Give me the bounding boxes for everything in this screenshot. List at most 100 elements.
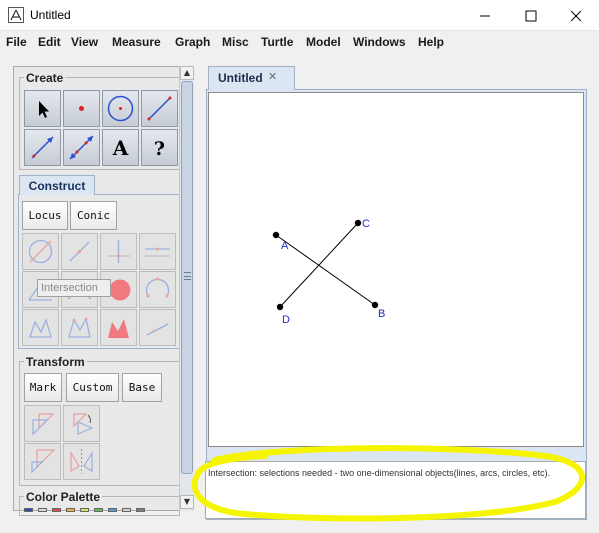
point-label-A[interactable]: A bbox=[281, 240, 289, 252]
menu-file[interactable]: File bbox=[6, 35, 27, 49]
rotate-icon bbox=[73, 413, 94, 435]
app-logo-icon bbox=[8, 7, 24, 23]
function-plot-icon bbox=[146, 323, 169, 336]
function-plot-tool-button[interactable] bbox=[139, 309, 176, 346]
tab-untitled[interactable]: Untitled ✕ bbox=[208, 66, 295, 90]
polygon-interior-tool-button[interactable] bbox=[100, 309, 137, 346]
menu-measure[interactable]: Measure bbox=[112, 35, 161, 49]
menu-view[interactable]: View bbox=[71, 35, 98, 49]
reflect-tool-button[interactable] bbox=[63, 443, 100, 480]
midpoint-tool-button[interactable] bbox=[61, 233, 98, 270]
color-swatch[interactable] bbox=[66, 508, 75, 512]
color-swatch[interactable] bbox=[52, 508, 61, 512]
polygon-interior-icon bbox=[108, 319, 129, 338]
tools-scrollbar[interactable]: ▲ ▼ bbox=[179, 66, 194, 511]
point-D[interactable] bbox=[276, 303, 284, 311]
point-icon bbox=[79, 106, 84, 111]
menu-windows[interactable]: Windows bbox=[353, 35, 406, 49]
color-swatch[interactable] bbox=[136, 508, 145, 512]
color-swatch[interactable] bbox=[38, 508, 47, 512]
color-swatch[interactable] bbox=[122, 508, 131, 512]
close-icon bbox=[570, 10, 582, 21]
menu-model[interactable]: Model bbox=[306, 35, 341, 49]
intersection-tooltip: Intersection bbox=[37, 279, 111, 297]
status-message: Intersection: selections needed - two on… bbox=[208, 468, 551, 478]
color-palette-title: Color Palette bbox=[24, 490, 103, 504]
perpendicular-circle-tool-button[interactable] bbox=[22, 233, 59, 270]
help-icon: ? bbox=[154, 138, 165, 160]
translate-tool-button[interactable] bbox=[24, 405, 61, 442]
arc-tool-button[interactable] bbox=[139, 271, 176, 308]
window-title: Untitled bbox=[30, 8, 71, 22]
menu-turtle[interactable]: Turtle bbox=[261, 35, 293, 49]
polygon-tool-button[interactable] bbox=[22, 309, 59, 346]
point-C[interactable] bbox=[354, 219, 362, 227]
scroll-thumb[interactable] bbox=[181, 81, 193, 474]
svg-text:A: A bbox=[112, 136, 129, 160]
svg-text:?: ? bbox=[154, 138, 165, 160]
mark-button[interactable]: Mark bbox=[24, 373, 62, 402]
geometry-sketch: A B C D bbox=[272, 218, 385, 326]
ray-tool-button[interactable] bbox=[24, 129, 61, 166]
color-swatch[interactable] bbox=[108, 508, 117, 512]
transform-group-title: Transform bbox=[24, 355, 87, 369]
midpoint-icon bbox=[69, 241, 90, 262]
translate-icon bbox=[32, 413, 55, 436]
point-A[interactable] bbox=[272, 231, 280, 239]
status-message-area: Intersection: selections needed - two on… bbox=[205, 461, 586, 519]
text-tool-button[interactable]: A bbox=[102, 129, 139, 166]
menu-graph[interactable]: Graph bbox=[175, 35, 210, 49]
reflect-icon bbox=[70, 449, 93, 474]
maximize-button[interactable] bbox=[508, 0, 554, 31]
maximize-icon bbox=[525, 10, 537, 21]
tab-construct[interactable]: Construct bbox=[19, 175, 95, 195]
document-tab-label: Untitled bbox=[218, 71, 263, 85]
parallel-icon bbox=[145, 247, 170, 257]
scroll-up-arrow-icon[interactable]: ▲ bbox=[180, 66, 194, 80]
circle-tool-button[interactable] bbox=[102, 90, 139, 127]
menu-misc[interactable]: Misc bbox=[222, 35, 249, 49]
menu-help[interactable]: Help bbox=[418, 35, 444, 49]
select-tool-button[interactable] bbox=[24, 90, 61, 127]
polygon-icon bbox=[29, 318, 52, 338]
dilate-tool-button[interactable] bbox=[24, 443, 61, 480]
perpendicular-tool-button[interactable] bbox=[100, 233, 137, 270]
circle-through-point-icon bbox=[28, 239, 53, 264]
color-swatch[interactable] bbox=[94, 508, 103, 512]
polygon-outline-tool-button[interactable] bbox=[61, 309, 98, 346]
point-label-C[interactable]: C bbox=[362, 218, 370, 230]
conic-button[interactable]: Conic bbox=[70, 201, 117, 230]
minimize-button[interactable] bbox=[462, 0, 508, 31]
text-icon: A bbox=[112, 136, 129, 160]
scroll-down-arrow-icon[interactable]: ▼ bbox=[180, 495, 194, 509]
segment-CD[interactable] bbox=[279, 222, 359, 308]
locus-button[interactable]: Locus bbox=[22, 201, 68, 230]
point-tool-button[interactable] bbox=[63, 90, 100, 127]
line-icon bbox=[69, 135, 94, 160]
segment-icon bbox=[147, 96, 172, 121]
sketch-canvas[interactable]: A B C D bbox=[208, 92, 584, 447]
segment-AB[interactable] bbox=[275, 234, 376, 306]
rotate-tool-button[interactable] bbox=[63, 405, 100, 442]
parallel-tool-button[interactable] bbox=[139, 233, 176, 270]
title-bar: Untitled bbox=[0, 0, 599, 31]
menu-bar: File Edit View Measure Graph Misc Turtle… bbox=[0, 31, 599, 53]
tab-close-icon[interactable]: ✕ bbox=[268, 70, 277, 83]
arc-icon bbox=[145, 277, 170, 298]
close-button[interactable] bbox=[553, 0, 599, 31]
help-tool-button[interactable]: ? bbox=[141, 129, 178, 166]
color-swatch[interactable] bbox=[24, 508, 33, 512]
point-label-B[interactable]: B bbox=[378, 308, 385, 320]
arrow-select-icon bbox=[39, 101, 49, 118]
perpendicular-icon bbox=[107, 240, 130, 263]
point-label-D[interactable]: D bbox=[282, 314, 290, 326]
line-tool-button[interactable] bbox=[63, 129, 100, 166]
polygon-outline-icon bbox=[68, 317, 91, 338]
ray-icon bbox=[31, 136, 54, 159]
color-swatch[interactable] bbox=[80, 508, 89, 512]
base-button[interactable]: Base bbox=[122, 373, 162, 402]
custom-button[interactable]: Custom bbox=[66, 373, 119, 402]
menu-edit[interactable]: Edit bbox=[38, 35, 61, 49]
segment-tool-button[interactable] bbox=[141, 90, 178, 127]
grip-icon bbox=[184, 272, 191, 280]
